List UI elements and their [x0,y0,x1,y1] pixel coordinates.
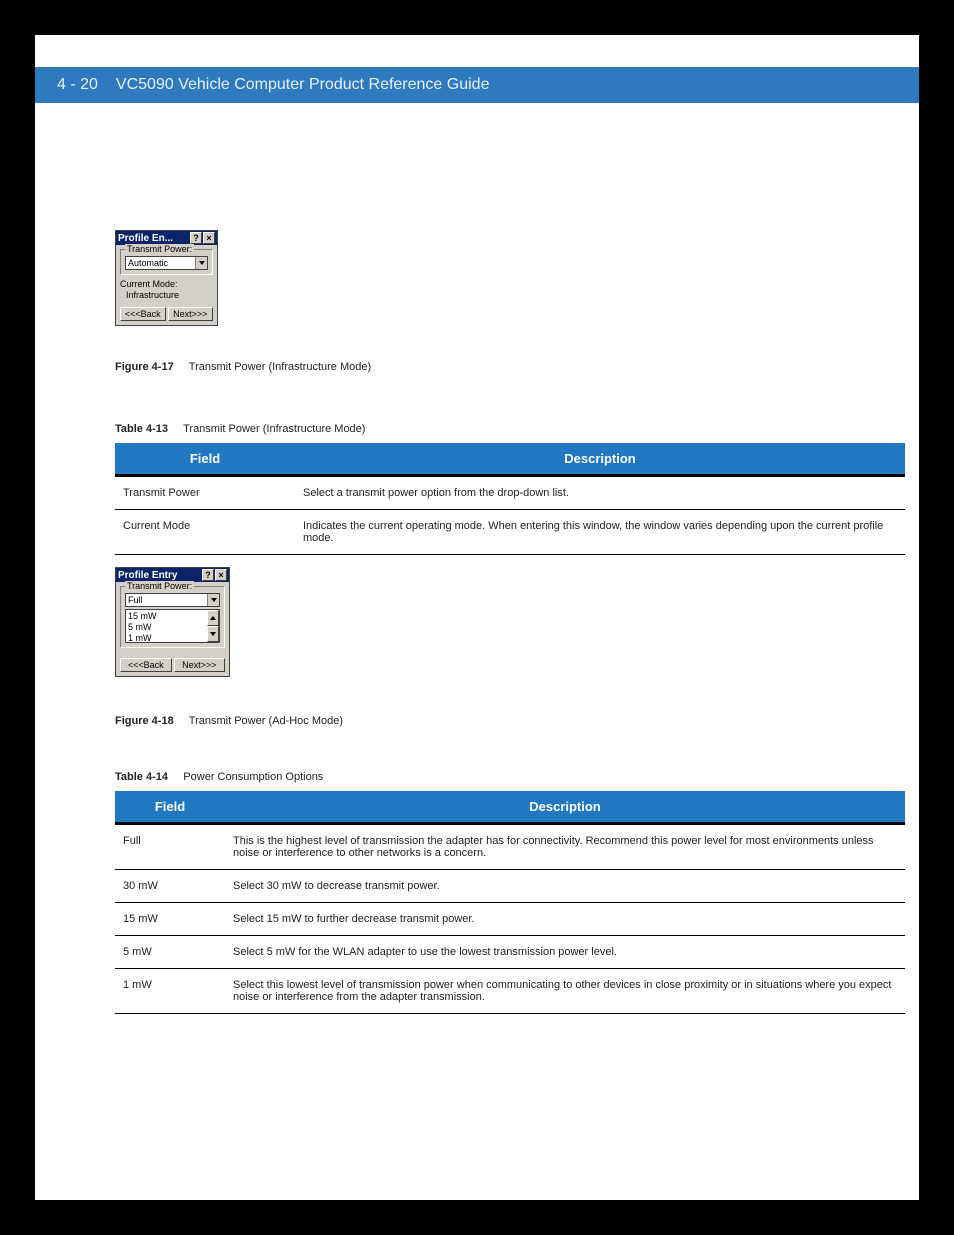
figure-caption-1: Figure 4-17 Transmit Power (Infrastructu… [115,361,371,373]
table-power-options: Field Description Full This is the highe… [115,791,905,1014]
cell-field: Full [115,824,225,870]
cell-field: 1 mW [115,969,225,1014]
table-row: 1 mW Select this lowest level of transmi… [115,969,905,1014]
help-icon[interactable]: ? [190,232,202,244]
th-description: Description [225,791,905,824]
scroll-up-icon[interactable] [207,610,219,626]
scroll-down-icon[interactable] [207,626,219,642]
page-number: 4 - 20 [57,76,98,94]
dialog-transmit-power-infra: Profile En... ? × Transmit Power: Automa… [115,230,218,326]
table-row: 30 mW Select 30 mW to decrease transmit … [115,870,905,903]
table-text: Power Consumption Options [183,771,323,783]
next-button[interactable]: Next>>> [168,307,214,321]
table-caption-1: Table 4-13 Transmit Power (Infrastructur… [115,423,365,435]
cell-desc: This is the highest level of transmissio… [225,824,905,870]
table-infrastructure: Field Description Transmit Power Select … [115,443,905,555]
figure-label: Figure 4-17 [115,361,174,373]
table-row: Full This is the highest level of transm… [115,824,905,870]
cell-desc: Select this lowest level of transmission… [225,969,905,1014]
transmit-power-group: Transmit Power: Automatic [120,249,213,275]
group-label: Transmit Power: [125,581,194,591]
table-row: Current Mode Indicates the current opera… [115,510,905,555]
th-description: Description [295,443,905,476]
cell-field: Transmit Power [115,476,295,510]
page-header: 4 - 20 VC5090 Vehicle Computer Product R… [35,67,919,103]
th-field: Field [115,443,295,476]
next-button[interactable]: Next>>> [174,658,226,672]
list-item[interactable]: 5 mW [128,622,205,633]
table-row: 5 mW Select 5 mW for the WLAN adapter to… [115,936,905,969]
combo-value: Automatic [126,257,195,269]
table-text: Transmit Power (Infrastructure Mode) [183,423,365,435]
dialog-titlebar: Profile Entry ? × [116,568,229,582]
th-field: Field [115,791,225,824]
table-label: Table 4-13 [115,423,168,435]
table-caption-2: Table 4-14 Power Consumption Options [115,771,323,783]
dialog-title-text: Profile En... [118,233,189,244]
current-mode-value: Infrastructure [120,290,213,301]
chevron-down-icon[interactable] [195,257,207,269]
figure-caption-2: Figure 4-18 Transmit Power (Ad-Hoc Mode) [115,715,343,727]
group-label: Transmit Power: [125,244,194,254]
figure-label: Figure 4-18 [115,715,174,727]
list-item[interactable]: 1 mW [128,633,205,642]
cell-desc: Indicates the current operating mode. Wh… [295,510,905,555]
transmit-power-combo[interactable]: Automatic [125,256,208,270]
cell-field: 15 mW [115,903,225,936]
figure-text: Transmit Power (Infrastructure Mode) [189,361,371,373]
dialog-titlebar: Profile En... ? × [116,231,217,245]
power-listbox[interactable]: 15 mW 5 mW 1 mW [125,609,220,643]
cell-desc: Select 30 mW to decrease transmit power. [225,870,905,903]
figure-text: Transmit Power (Ad-Hoc Mode) [189,715,343,727]
help-icon[interactable]: ? [202,569,214,581]
page-title: VC5090 Vehicle Computer Product Referenc… [116,76,490,94]
list-item[interactable]: 15 mW [128,611,205,622]
dialog-transmit-power-adhoc: Profile Entry ? × Transmit Power: Full 1… [115,567,230,677]
cell-desc: Select a transmit power option from the … [295,476,905,510]
cell-desc: Select 5 mW for the WLAN adapter to use … [225,936,905,969]
scrollbar[interactable] [207,610,219,642]
table-label: Table 4-14 [115,771,168,783]
current-mode-label: Current Mode: [120,279,213,290]
transmit-power-group: Transmit Power: Full 15 mW 5 mW 1 mW [120,586,225,648]
chevron-down-icon[interactable] [207,594,219,606]
cell-desc: Select 15 mW to further decrease transmi… [225,903,905,936]
table-row: 15 mW Select 15 mW to further decrease t… [115,903,905,936]
cell-field: 5 mW [115,936,225,969]
transmit-power-combo[interactable]: Full [125,593,220,607]
dialog-title-text: Profile Entry [118,570,201,581]
cell-field: 30 mW [115,870,225,903]
cell-field: Current Mode [115,510,295,555]
close-icon[interactable]: × [203,232,215,244]
back-button[interactable]: <<<Back [120,658,172,672]
combo-value: Full [126,594,207,606]
table-row: Transmit Power Select a transmit power o… [115,476,905,510]
back-button[interactable]: <<<Back [120,307,166,321]
close-icon[interactable]: × [215,569,227,581]
